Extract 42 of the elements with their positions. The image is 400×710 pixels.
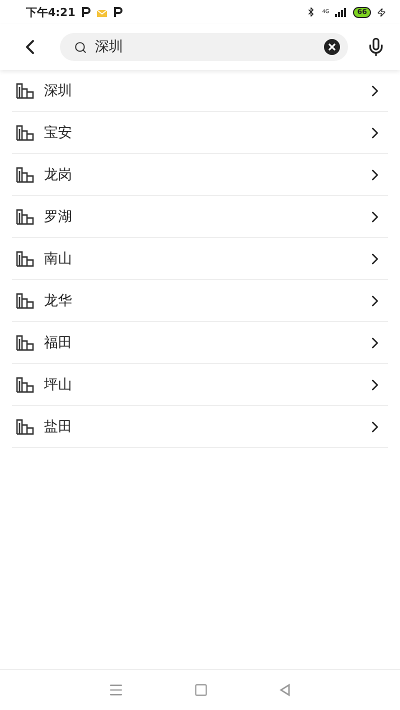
- result-name: 坪山: [44, 376, 73, 394]
- result-item[interactable]: 罗湖: [12, 196, 388, 238]
- result-name: 宝安: [44, 124, 73, 142]
- bluetooth-icon: [306, 7, 316, 17]
- result-name: 深圳: [44, 82, 73, 100]
- back-icon[interactable]: [278, 683, 292, 697]
- result-item[interactable]: 南山: [12, 238, 388, 280]
- search-field[interactable]: 深圳: [60, 33, 348, 61]
- building-icon: [16, 166, 34, 182]
- result-item[interactable]: 龙岗: [12, 154, 388, 196]
- result-name: 龙华: [44, 292, 73, 310]
- building-icon: [16, 250, 34, 266]
- parking-icon: [113, 7, 124, 17]
- parking-icon: [81, 7, 92, 17]
- building-icon: [16, 292, 34, 308]
- result-item[interactable]: 福田: [12, 322, 388, 364]
- search-icon: [74, 40, 87, 54]
- result-name: 盐田: [44, 418, 73, 436]
- building-icon: [16, 124, 34, 140]
- building-icon: [16, 418, 34, 434]
- building-icon: [16, 376, 34, 392]
- result-item[interactable]: 宝安: [12, 112, 388, 154]
- result-name: 龙岗: [44, 166, 73, 184]
- result-name: 福田: [44, 334, 73, 352]
- building-icon: [16, 334, 34, 350]
- menu-icon[interactable]: [108, 682, 124, 698]
- result-item[interactable]: 深圳: [12, 70, 388, 112]
- result-item[interactable]: 坪山: [12, 364, 388, 406]
- search-input[interactable]: 深圳: [95, 39, 316, 55]
- result-name: 南山: [44, 250, 73, 268]
- close-icon: [328, 43, 336, 51]
- status-time: 下午4:21: [26, 4, 76, 20]
- envelope-icon: [97, 7, 108, 17]
- result-item[interactable]: 盐田: [12, 406, 388, 448]
- building-icon: [16, 82, 34, 98]
- result-name: 罗湖: [44, 208, 73, 226]
- home-icon[interactable]: [194, 683, 208, 697]
- clear-button[interactable]: [324, 39, 340, 55]
- result-item[interactable]: 龙华: [12, 280, 388, 322]
- building-icon: [16, 208, 34, 224]
- charging-icon: [377, 8, 386, 16]
- signal-icon: [335, 8, 348, 16]
